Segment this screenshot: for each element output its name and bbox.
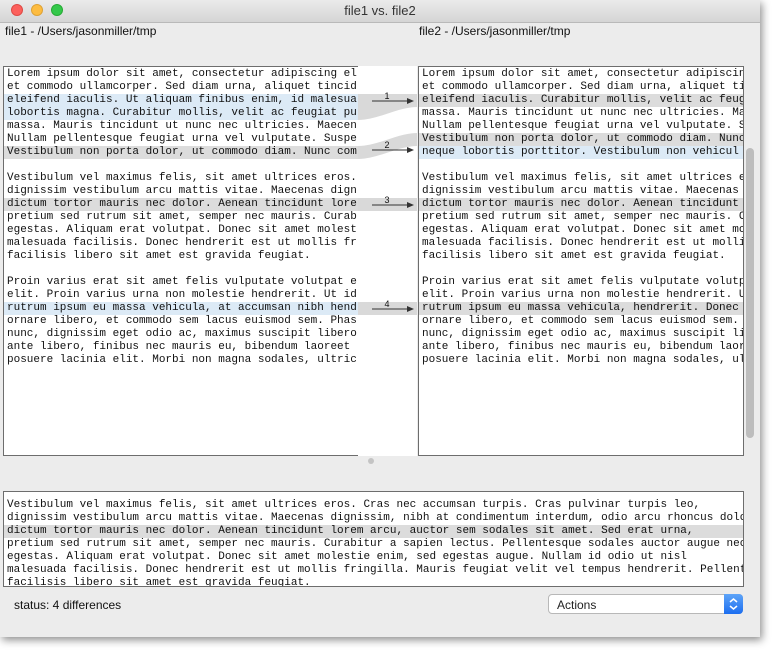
text-line: egestas. Aliquam erat volutpat. Donec si… xyxy=(7,551,687,563)
text-line: dictum tortor mauris nec dolor. Aenean t… xyxy=(4,198,358,211)
actions-dropdown-label: Actions xyxy=(557,598,597,612)
text-line: Vestibulum vel maximus felis, sit amet u… xyxy=(7,499,701,511)
text-line: malesuada facilisis. Donec hendrerit est… xyxy=(422,237,744,249)
text-line: facilisis libero sit amet est gravida fe… xyxy=(7,577,311,587)
text-line xyxy=(419,159,743,172)
diff-label-1: 1 xyxy=(384,91,389,101)
text-line: Nullam pellentesque feugiat urna vel vul… xyxy=(7,133,357,145)
text-line: lobortis magna. Curabitur mollis, velit … xyxy=(4,107,358,120)
text-line: Vestibulum vel maximus felis, sit amet u… xyxy=(422,172,744,184)
text-line: Lorem ipsum dolor sit amet, consectetur … xyxy=(422,68,744,80)
text-line: dignissim vestibulum arcu mattis vitae. … xyxy=(7,185,357,197)
text-line: neque lobortis porttitor. Vestibulum non… xyxy=(419,146,743,159)
split-divider-handle[interactable] xyxy=(368,458,374,464)
right-file-pane[interactable]: Lorem ipsum dolor sit amet, consectetur … xyxy=(418,66,744,456)
text-line xyxy=(4,263,358,276)
text-line: massa. Mauris tincidunt ut nunc nec ultr… xyxy=(7,120,357,132)
diff-connector: 1 2 3 4 xyxy=(358,66,417,456)
text-line: pretium sed rutrum sit amet, semper nec … xyxy=(7,538,744,550)
text-line: Nullam pellentesque feugiat urna vel vul… xyxy=(422,120,744,132)
text-line: posuere lacinia elit. Morbi non magna so… xyxy=(7,354,357,366)
chevron-up-down-icon xyxy=(729,598,738,610)
text-line: dictum tortor mauris nec dolor. Aenean t… xyxy=(419,198,743,211)
text-line: posuere lacinia elit. Morbi non magna so… xyxy=(422,354,744,366)
text-line: rutrum ipsum eu massa vehicula, at accum… xyxy=(4,302,358,315)
text-line: et commodo ullamcorper. Sed diam urna, a… xyxy=(7,81,357,93)
text-line: facilisis libero sit amet est gravida fe… xyxy=(422,250,726,262)
diff-label-3: 3 xyxy=(384,195,389,205)
right-pane-scrollbar[interactable] xyxy=(746,148,754,438)
text-line: malesuada facilisis. Donec hendrerit est… xyxy=(7,564,744,576)
right-file-path: file2 - /Users/jasonmiller/tmp xyxy=(419,24,571,38)
text-line: nunc, dignissim eget odio ac, maximus su… xyxy=(7,328,357,340)
diff-label-2: 2 xyxy=(384,140,389,150)
title-bar: file1 vs. file2 xyxy=(0,0,760,23)
actions-dropdown-button[interactable] xyxy=(724,594,743,614)
actions-dropdown[interactable]: Actions xyxy=(548,594,743,614)
text-line: Vestibulum non porta dolor, ut commodo d… xyxy=(4,146,358,159)
left-file-path: file1 - /Users/jasonmiller/tmp xyxy=(5,24,157,38)
status-text: status: 4 differences xyxy=(14,598,122,612)
diff-window: file1 vs. file2 file1 - /Users/jasonmill… xyxy=(0,0,760,637)
diff-label-4: 4 xyxy=(384,299,389,309)
text-line: Proin varius erat sit amet felis vulputa… xyxy=(7,276,357,288)
text-line: Lorem ipsum dolor sit amet, consectetur … xyxy=(7,68,357,80)
text-line: pretium sed rutrum sit amet, semper nec … xyxy=(7,211,357,223)
text-line: nunc, dignissim eget odio ac, maximus su… xyxy=(422,328,744,340)
text-line: malesuada facilisis. Donec hendrerit est… xyxy=(7,237,357,249)
text-line: elit. Proin varius urna non molestie hen… xyxy=(7,289,357,301)
text-line: eleifend iaculis. Ut aliquam finibus eni… xyxy=(4,94,358,107)
left-file-pane[interactable]: Lorem ipsum dolor sit amet, consectetur … xyxy=(3,66,359,456)
text-line: Vestibulum vel maximus felis, sit amet u… xyxy=(7,172,357,184)
text-line: ornare libero, et commodo sem lacus euis… xyxy=(7,315,357,327)
line-detail-pane[interactable]: Vestibulum vel maximus felis, sit amet u… xyxy=(3,491,744,587)
text-line: egestas. Aliquam erat volutpat. Donec si… xyxy=(7,224,357,236)
text-line: eleifend iaculis. Curabitur mollis, veli… xyxy=(419,94,743,107)
window-title: file1 vs. file2 xyxy=(344,3,416,18)
text-line: Vestibulum non porta dolor, ut commodo d… xyxy=(419,133,743,146)
text-line: egestas. Aliquam erat volutpat. Donec si… xyxy=(422,224,744,236)
text-line: ante libero, finibus nec mauris eu, bibe… xyxy=(7,341,357,353)
text-line: dictum tortor mauris nec dolor. Aenean t… xyxy=(4,525,743,538)
text-line: massa. Mauris tincidunt ut nunc nec ultr… xyxy=(422,107,744,119)
text-line: elit. Proin varius urna non molestie hen… xyxy=(422,289,744,301)
text-line: facilisis libero sit amet est gravida fe… xyxy=(7,250,311,262)
text-line xyxy=(419,263,743,276)
text-line xyxy=(4,159,358,172)
text-line: et commodo ullamcorper. Sed diam urna, a… xyxy=(422,81,744,93)
text-line: pretium sed rutrum sit amet, semper nec … xyxy=(422,211,744,223)
text-line: dignissim vestibulum arcu mattis vitae. … xyxy=(7,512,744,524)
text-line: dignissim vestibulum arcu mattis vitae. … xyxy=(422,185,744,197)
text-line: ornare libero, et commodo sem lacus euis… xyxy=(422,315,744,327)
text-line: rutrum ipsum eu massa vehicula, hendreri… xyxy=(419,302,743,315)
text-line: Proin varius erat sit amet felis vulputa… xyxy=(422,276,744,288)
text-line: ante libero, finibus nec mauris eu, bibe… xyxy=(422,341,744,353)
